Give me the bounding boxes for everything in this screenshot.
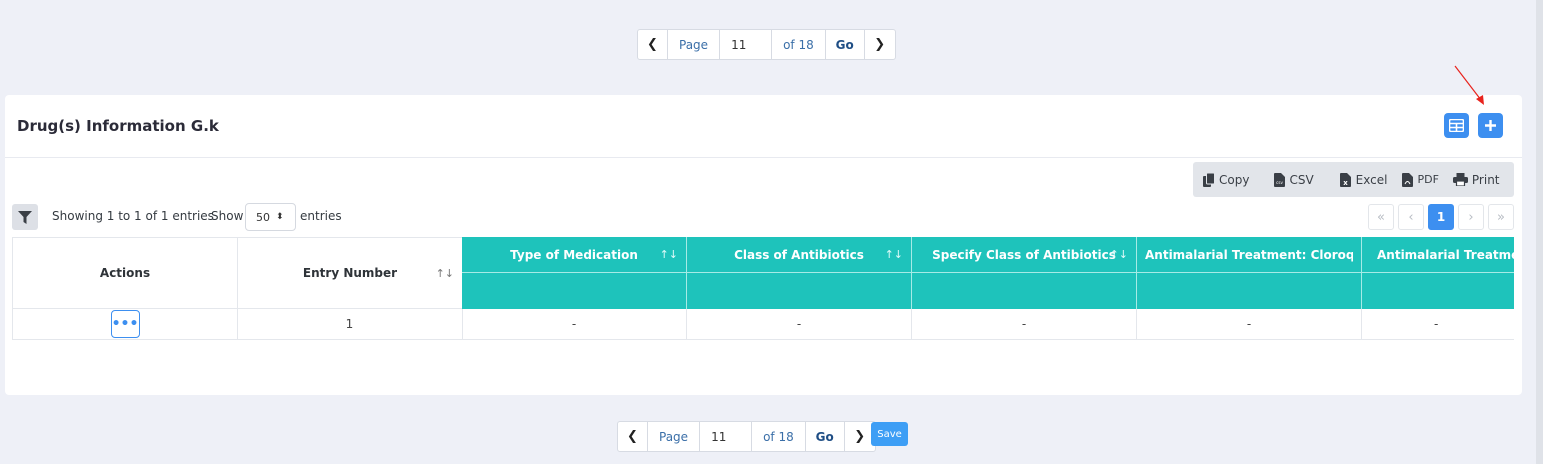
header-divider — [1362, 272, 1514, 273]
bottom-pager: ❮ Page 11 of 18 Go ❯ — [617, 421, 876, 452]
page-label: Page — [648, 422, 701, 451]
print-label: Print — [1471, 172, 1500, 187]
page-total-label: of 18 — [772, 30, 826, 59]
sort-icon: ↑↓ — [435, 267, 454, 280]
csv-button[interactable]: csv CSV — [1273, 172, 1314, 187]
svg-text:x: x — [1343, 179, 1348, 187]
next-page-button[interactable]: › — [1458, 204, 1484, 230]
sort-icon: ↑↓ — [659, 248, 678, 261]
csv-label: CSV — [1289, 172, 1314, 187]
chevron-left-icon: ❮ — [627, 429, 638, 444]
go-button[interactable]: Go — [806, 422, 845, 451]
header-divider — [687, 272, 911, 273]
chevron-right-icon: ❯ — [854, 429, 866, 444]
table-cell-type-of-medication: - — [462, 309, 687, 340]
page-label: Page — [668, 30, 721, 59]
entries-label: entries — [300, 209, 342, 223]
page-length-select[interactable]: 50 ⬍ — [245, 203, 296, 231]
card-title: Drug(s) Information G.k — [17, 117, 219, 135]
excel-label: Excel — [1355, 172, 1388, 187]
excel-button[interactable]: x Excel — [1340, 172, 1388, 187]
column-header-antimalarial-cloroquine[interactable]: Antimalarial Treatment: Cloroquine — [1137, 237, 1362, 309]
sort-icon: ↑↓ — [884, 248, 903, 261]
copy-icon — [1203, 172, 1215, 187]
table-cell-specify-class: - — [912, 309, 1137, 340]
copy-button[interactable]: Copy — [1203, 172, 1250, 187]
header-divider — [462, 272, 686, 273]
copy-label: Copy — [1219, 172, 1250, 187]
annotation-arrow-icon — [1454, 65, 1484, 105]
print-icon — [1452, 173, 1468, 187]
filter-icon — [18, 210, 32, 224]
row-actions-button[interactable]: ••• — [110, 310, 140, 338]
sort-icon: ↑↓ — [1109, 248, 1128, 261]
go-button[interactable]: Go — [826, 30, 865, 59]
print-button[interactable]: Print — [1452, 172, 1500, 187]
add-entry-button[interactable] — [1478, 113, 1503, 138]
entries-info: Showing 1 to 1 of 1 entries — [52, 209, 214, 223]
table-cell-entry-number: 1 — [237, 309, 463, 340]
column-header-label: Specify Class of Antibiotics — [932, 248, 1116, 262]
table-cell-antimalarial-cloroquine: - — [1137, 309, 1362, 340]
pdf-label: PDF — [1417, 173, 1439, 186]
chevron-left-icon: ❮ — [647, 37, 658, 52]
excel-file-icon: x — [1340, 172, 1352, 187]
table-cell-class-of-antibiotics: - — [687, 309, 912, 340]
column-header-specify-class-of-antibiotics[interactable]: Specify Class of Antibiotics ↑↓ — [912, 237, 1137, 309]
column-header-actions: Actions — [12, 237, 238, 309]
table-cell-antimalarial-treatment: - — [1362, 309, 1514, 340]
drug-information-card: Drug(s) Information G.k Copy csv CSV x E… — [5, 95, 1522, 395]
column-header-class-of-antibiotics[interactable]: Class of Antibiotics ↑↓ — [687, 237, 912, 309]
save-button[interactable]: Save — [871, 422, 908, 446]
column-header-type-of-medication[interactable]: Type of Medication ↑↓ — [462, 237, 687, 309]
page-total-label: of 18 — [752, 422, 806, 451]
table-view-icon — [1449, 119, 1464, 132]
header-divider — [912, 272, 1136, 273]
pdf-button[interactable]: PDF — [1401, 172, 1439, 187]
page-length-value: 50 — [256, 210, 270, 224]
next-page-button[interactable]: ❯ — [865, 30, 895, 59]
svg-text:csv: csv — [1276, 180, 1283, 185]
column-header-entry-number[interactable]: Entry Number ↑↓ — [237, 237, 463, 309]
prev-page-button[interactable]: ‹ — [1398, 204, 1424, 230]
chevron-right-icon: ❯ — [874, 37, 886, 52]
page-number-input[interactable]: 11 — [700, 422, 753, 451]
show-label: Show — [211, 209, 244, 223]
drug-information-table: Actions Entry Number ↑↓ Type of Medicati… — [12, 237, 1514, 340]
more-dots-icon: ••• — [111, 316, 139, 332]
column-header-label: Antimalarial Treatment — [1377, 248, 1514, 262]
prev-page-button[interactable]: ❮ — [638, 30, 668, 59]
header-divider — [1137, 272, 1361, 273]
prev-page-button[interactable]: ❮ — [618, 422, 648, 451]
table-cell-actions: ••• — [12, 309, 238, 340]
pdf-file-icon — [1401, 172, 1413, 187]
column-header-antimalarial-treatment[interactable]: Antimalarial Treatment — [1362, 237, 1514, 309]
column-header-label: Class of Antibiotics — [734, 248, 864, 262]
first-page-button[interactable]: « — [1368, 204, 1394, 230]
column-header-label: Type of Medication — [510, 248, 638, 262]
page-number-input[interactable]: 11 — [720, 30, 773, 59]
page-1-button[interactable]: 1 — [1428, 204, 1454, 230]
table-view-button[interactable] — [1444, 113, 1469, 138]
page-scrollbar[interactable] — [1536, 0, 1543, 464]
filter-button[interactable] — [12, 204, 38, 230]
export-toolbar: Copy csv CSV x Excel PDF Print — [1193, 162, 1514, 197]
column-header-label: Antimalarial Treatment: Cloroquine — [1145, 248, 1353, 262]
header-divider — [5, 157, 1522, 158]
csv-file-icon: csv — [1273, 172, 1285, 187]
plus-icon — [1485, 120, 1496, 131]
top-pager: ❮ Page 11 of 18 Go ❯ — [637, 29, 896, 60]
last-page-button[interactable]: » — [1488, 204, 1514, 230]
select-arrows-icon: ⬍ — [276, 212, 284, 222]
column-header-label: Actions — [99, 266, 151, 280]
column-header-label: Entry Number — [302, 266, 398, 280]
